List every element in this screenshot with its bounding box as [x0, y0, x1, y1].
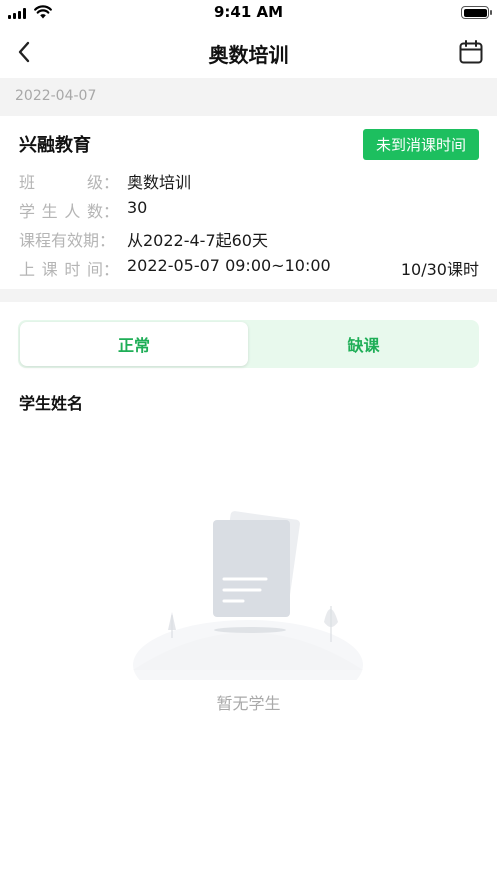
info-row-validity: 课程有效期： 从2022-4-7起60天 — [19, 227, 479, 251]
date-text: 2022-04-07 — [15, 88, 97, 104]
info-label: 班 级： — [19, 173, 119, 192]
student-name-heading: 学生姓名 — [19, 394, 84, 413]
status-button[interactable]: 未到消课时间 — [362, 129, 479, 160]
validity-value: 从2022-4-7起60天 — [127, 231, 268, 250]
status-time: 9:41 AM — [213, 3, 284, 21]
nav-bar: 奥数培训 — [0, 26, 497, 78]
class-value: 奥数培训 — [127, 173, 192, 192]
divider — [0, 289, 497, 302]
class-hours-value: 10/30课时 — [400, 260, 479, 279]
empty-document-icon — [133, 511, 363, 680]
info-label: 上 课 时 间： — [19, 260, 119, 279]
tab-absent[interactable]: 缺课 — [248, 320, 479, 368]
tab-normal[interactable]: 正常 — [20, 322, 248, 366]
calendar-button[interactable] — [457, 38, 485, 66]
info-label: 课程有效期： — [19, 231, 116, 250]
class-time-value: 2022-05-07 09:00~10:00 — [127, 256, 331, 275]
info-row-class-time: 上 课 时 间： 2022-05-07 09:00~10:00 10/30课时 — [19, 256, 479, 280]
page-title: 奥数培训 — [208, 43, 289, 67]
status-bar: 9:41 AM — [0, 0, 497, 26]
battery-icon — [461, 6, 492, 19]
course-info-card: 兴融教育 未到消课时间 班 级： 奥数培训 学 生 人 数： 30 课程有效期：… — [0, 116, 497, 289]
calendar-icon — [459, 40, 483, 64]
date-header: 2022-04-07 — [0, 78, 497, 116]
info-row-student-count: 学 生 人 数： 30 — [19, 198, 479, 222]
organization-name: 兴融教育 — [19, 135, 91, 156]
info-row-class: 班 级： 奥数培训 — [19, 169, 479, 193]
student-count-value: 30 — [127, 198, 148, 217]
info-label: 学 生 人 数： — [19, 202, 119, 221]
empty-state-text: 暂无学生 — [216, 694, 281, 713]
attendance-tabs: 正常 缺课 — [18, 320, 479, 368]
